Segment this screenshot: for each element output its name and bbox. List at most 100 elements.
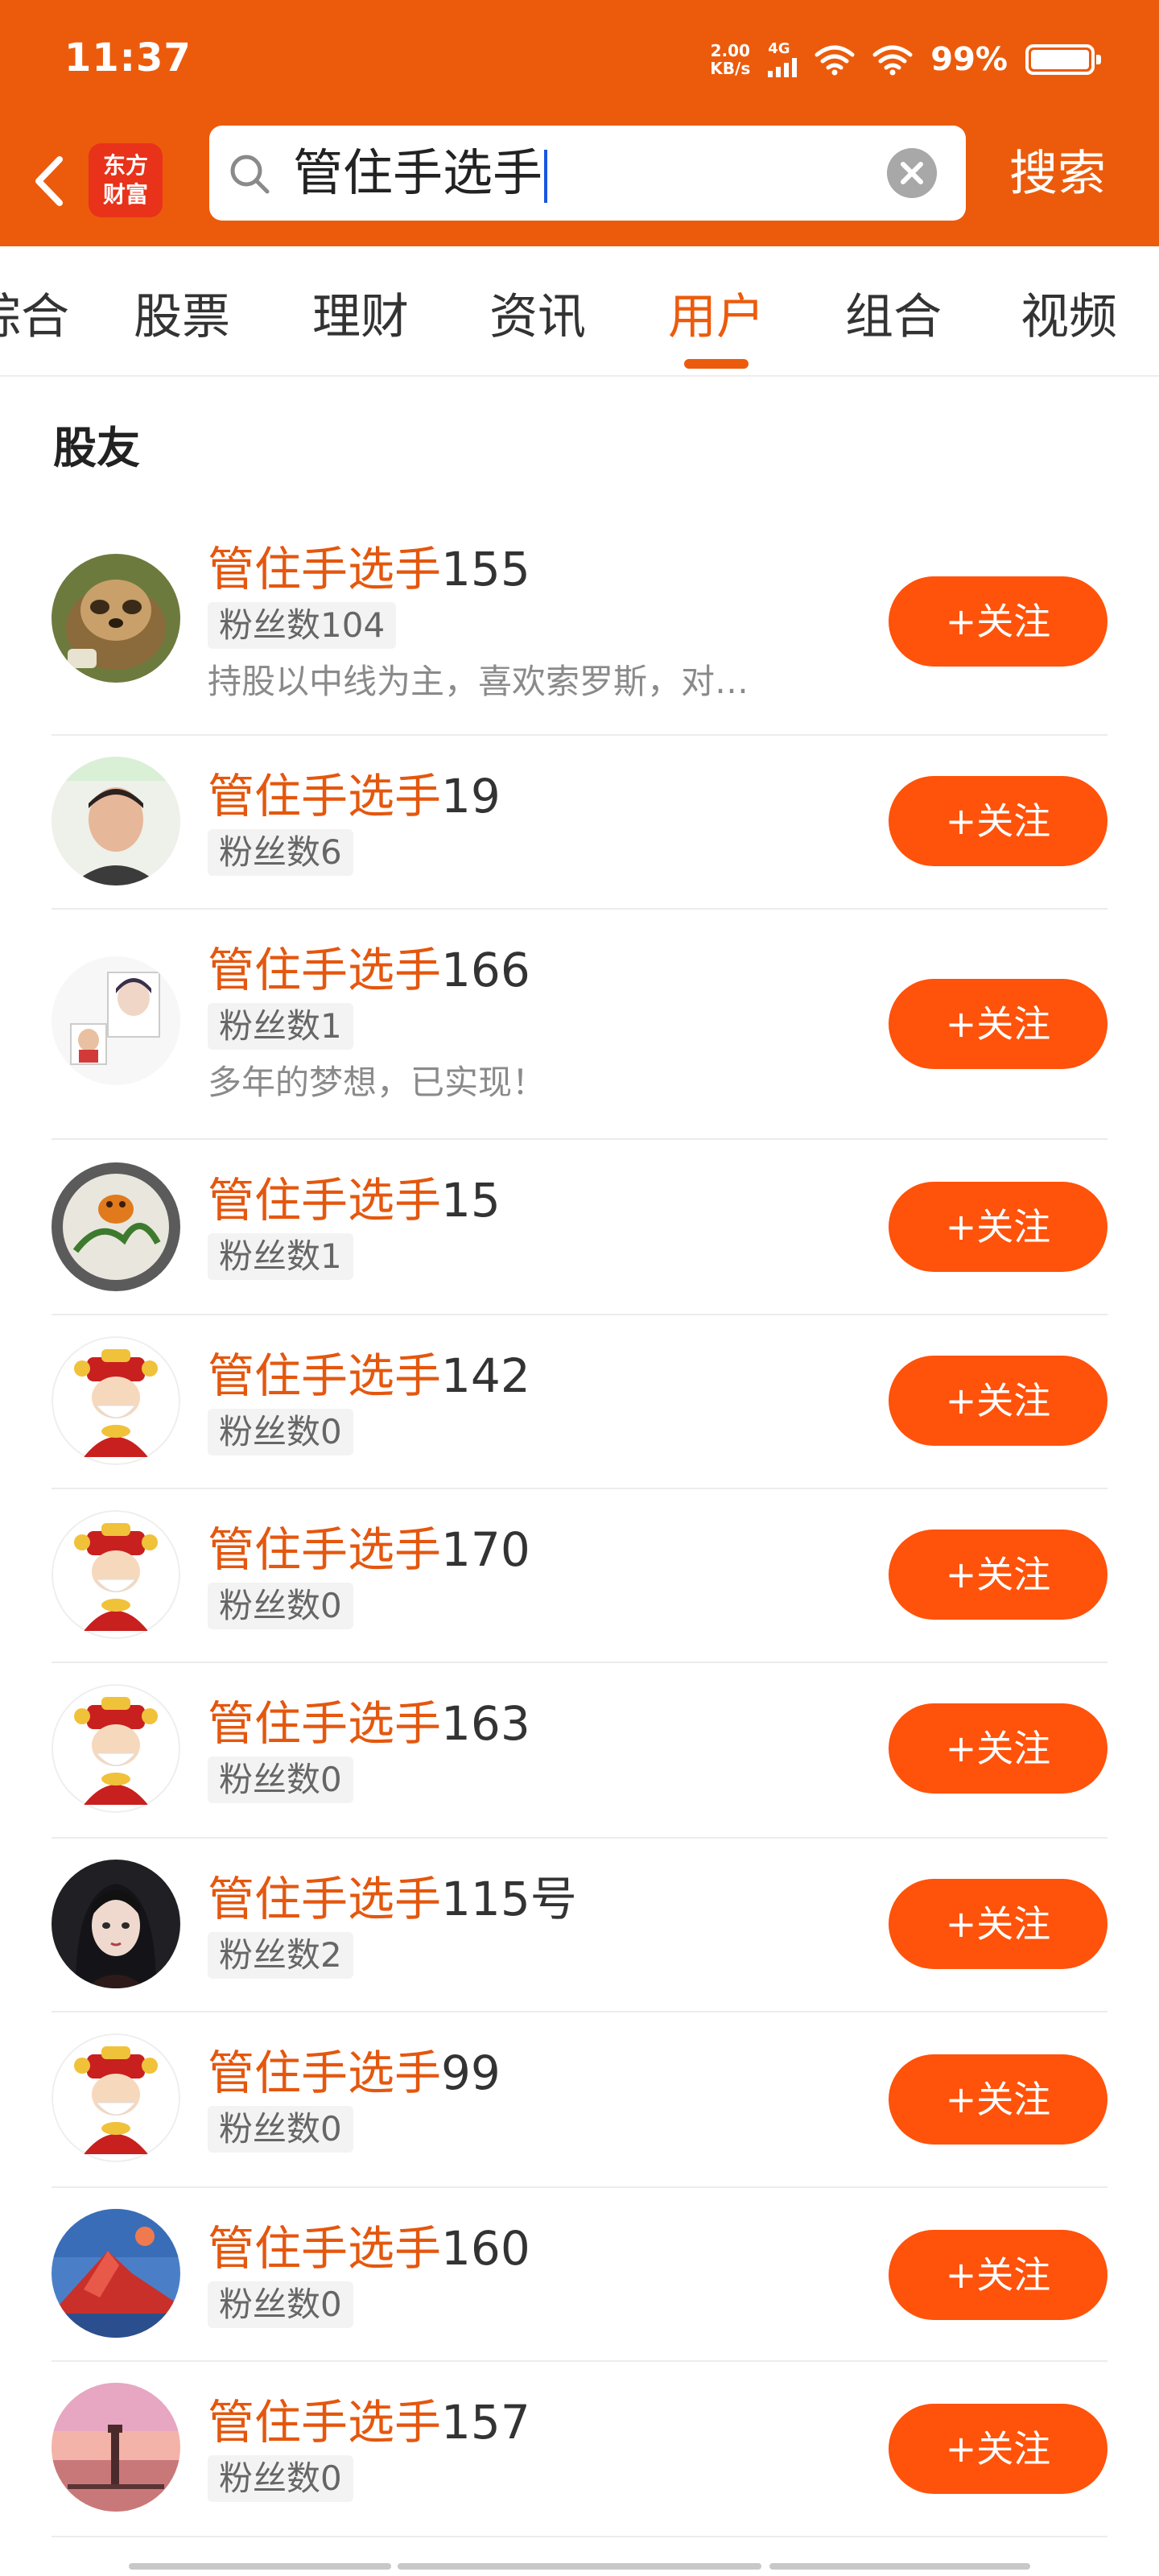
follow-button[interactable]: +关注 — [889, 2404, 1107, 2494]
status-time: 11:37 — [64, 35, 192, 80]
user-name[interactable]: 管住手选手99 — [208, 2045, 501, 2101]
user-row[interactable]: 管住手选手170 粉丝数0 +关注 — [52, 1488, 1107, 1663]
follow-button[interactable]: +关注 — [889, 2230, 1107, 2320]
tab-portfolio[interactable]: 组合 — [845, 288, 942, 346]
user-name[interactable]: 管住手选手166 — [208, 942, 530, 998]
follow-button[interactable]: +关注 — [889, 979, 1107, 1069]
tab-video[interactable]: 视频 — [1021, 288, 1117, 346]
text-caret — [544, 149, 548, 203]
user-row[interactable]: 管住手选手160 粉丝数0 +关注 — [52, 2186, 1107, 2362]
tab-users[interactable]: 用户 — [668, 288, 765, 346]
user-row[interactable]: 管住手选手142 粉丝数0 +关注 — [52, 1314, 1107, 1489]
user-bio: 多年的梦想，已实现！ — [208, 1063, 547, 1102]
avatar[interactable] — [52, 1510, 180, 1639]
net-speed-value: 2.00 — [710, 41, 750, 60]
user-name[interactable]: 管住手选手163 — [208, 1695, 530, 1752]
tab-wealth[interactable]: 理财 — [312, 288, 409, 346]
user-row[interactable]: 管住手选手115号 粉丝数2 +关注 — [52, 1837, 1107, 2013]
user-row[interactable]: 管住手选手157 粉丝数0 +关注 — [52, 2360, 1107, 2537]
user-name[interactable]: 管住手选手170 — [208, 1521, 530, 1578]
category-tabs: 综合 股票 理财 资讯 用户 组合 视频 — [0, 246, 1159, 377]
wifi-icon — [815, 45, 855, 76]
fans-count: 粉丝数1 — [208, 1233, 353, 1280]
fans-count: 粉丝数0 — [208, 1583, 353, 1629]
user-name-suffix: 142 — [441, 1348, 530, 1403]
fans-count: 粉丝数104 — [208, 602, 397, 649]
user-name-suffix: 163 — [441, 1696, 530, 1751]
user-row[interactable]: 管住手选手99 粉丝数0 +关注 — [52, 2011, 1107, 2188]
user-name-suffix: 99 — [441, 2046, 501, 2100]
user-name[interactable]: 管住手选手157 — [208, 2394, 530, 2450]
user-name[interactable]: 管住手选手155 — [208, 541, 530, 597]
user-name-highlight: 管住手选手 — [208, 542, 442, 597]
user-name-highlight: 管住手选手 — [208, 1872, 442, 1926]
follow-button[interactable]: +关注 — [889, 1530, 1107, 1620]
top-header: 11:37 2.00 KB/s 4G 99% 东方 财富 管住手选手 搜索 — [0, 0, 1159, 246]
avatar[interactable] — [52, 1336, 180, 1465]
back-arrow-icon[interactable] — [24, 145, 72, 217]
user-name-highlight: 管住手选手 — [208, 769, 442, 824]
user-row[interactable]: 管住手选手163 粉丝数0 +关注 — [52, 1662, 1107, 1839]
user-row[interactable]: 管住手选手166 粉丝数1 多年的梦想，已实现！ +关注 — [52, 908, 1107, 1140]
follow-button[interactable]: +关注 — [889, 776, 1107, 866]
search-input[interactable]: 管住手选手 — [209, 126, 966, 221]
tab-comprehensive[interactable]: 综合 — [0, 288, 69, 346]
avatar[interactable] — [52, 2033, 180, 2162]
avatar[interactable] — [52, 1684, 180, 1813]
status-indicators: 2.00 KB/s 4G 99% — [710, 35, 1101, 84]
fans-count: 粉丝数0 — [208, 2281, 353, 2328]
avatar[interactable] — [52, 554, 180, 683]
avatar[interactable] — [52, 1860, 180, 1988]
user-name[interactable]: 管住手选手160 — [208, 2220, 530, 2277]
user-name-highlight: 管住手选手 — [208, 943, 442, 997]
fans-count: 粉丝数6 — [208, 829, 353, 876]
app-logo[interactable]: 东方 财富 — [89, 143, 163, 217]
fans-count: 粉丝数0 — [208, 2455, 353, 2502]
active-tab-indicator — [684, 359, 749, 369]
user-name[interactable]: 管住手选手142 — [208, 1348, 530, 1404]
user-name[interactable]: 管住手选手19 — [208, 768, 501, 824]
search-query-text: 管住手选手 — [293, 143, 543, 202]
user-name-highlight: 管住手选手 — [208, 2221, 442, 2276]
avatar[interactable] — [52, 1162, 180, 1291]
follow-button[interactable]: +关注 — [889, 1703, 1107, 1794]
user-row[interactable]: 管住手选手155 粉丝数104 持股以中线为主，喜欢索罗斯，对… +关注 — [52, 507, 1107, 736]
user-row[interactable]: 管住手选手15 粉丝数1 +关注 — [52, 1138, 1107, 1315]
fans-count: 粉丝数2 — [208, 1932, 353, 1979]
follow-button[interactable]: +关注 — [889, 1182, 1107, 1272]
wifi-icon-secondary — [872, 45, 913, 76]
avatar[interactable] — [52, 2209, 180, 2338]
user-name-highlight: 管住手选手 — [208, 2395, 442, 2450]
fans-count: 粉丝数1 — [208, 1003, 353, 1050]
follow-button[interactable]: +关注 — [889, 1356, 1107, 1446]
user-name-suffix: 115号 — [441, 1872, 577, 1926]
follow-button[interactable]: +关注 — [889, 576, 1107, 667]
cellular-signal-icon: 4G — [768, 40, 798, 77]
battery-percent: 99% — [930, 41, 1008, 78]
user-name-suffix: 157 — [441, 2395, 530, 2450]
net-speed: 2.00 KB/s — [710, 42, 750, 77]
avatar[interactable] — [52, 2383, 180, 2512]
tab-stocks[interactable]: 股票 — [134, 288, 230, 346]
avatar[interactable] — [52, 757, 180, 886]
avatar[interactable] — [52, 956, 180, 1085]
search-button[interactable]: 搜索 — [1009, 145, 1106, 203]
user-name-suffix: 155 — [441, 542, 530, 597]
follow-button[interactable]: +关注 — [889, 1879, 1107, 1969]
tab-news[interactable]: 资讯 — [489, 288, 586, 346]
user-name-highlight: 管住手选手 — [208, 1348, 442, 1403]
battery-icon — [1025, 44, 1101, 75]
signal-label: 4G — [768, 40, 790, 57]
user-name-highlight: 管住手选手 — [208, 1522, 442, 1577]
user-name[interactable]: 管住手选手15 — [208, 1172, 501, 1228]
search-query-wrapper: 管住手选手 — [293, 143, 548, 203]
user-name-highlight: 管住手选手 — [208, 2046, 442, 2100]
clear-icon[interactable] — [887, 148, 937, 198]
user-name[interactable]: 管住手选手115号 — [208, 1871, 577, 1927]
logo-line2: 财富 — [102, 181, 148, 208]
user-row[interactable]: 管住手选手19 粉丝数6 +关注 — [52, 734, 1107, 910]
search-icon — [230, 155, 270, 194]
user-name-highlight: 管住手选手 — [208, 1173, 442, 1228]
user-name-suffix: 160 — [441, 2221, 530, 2276]
follow-button[interactable]: +关注 — [889, 2054, 1107, 2145]
